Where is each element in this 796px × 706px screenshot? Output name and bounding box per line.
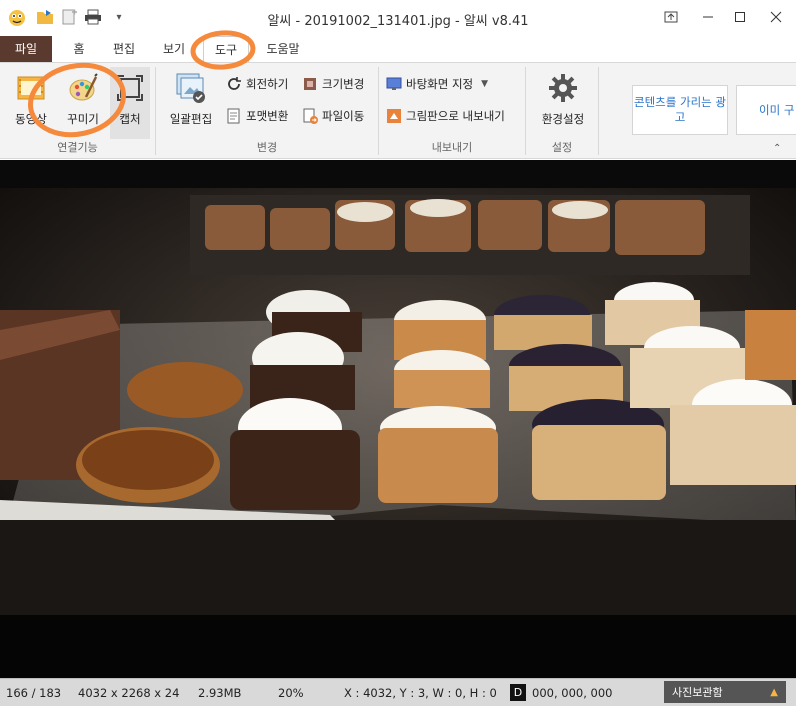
capture-icon — [113, 71, 147, 105]
photo-archive-label: 사진보관함 — [672, 686, 723, 699]
ribbon: 동영상 꾸미기 캡처 연결기능 일괄편집 회전하기 크기변경 포맷변환 파일이동… — [0, 62, 796, 159]
menu-tabs: 파일 홈 편집 보기 도구 도움말 — [0, 36, 796, 62]
capture-button[interactable]: 캡처 — [110, 67, 150, 139]
format-convert-label: 포맷변환 — [246, 109, 289, 123]
image-index: 166 / 183 — [6, 686, 62, 700]
set-wallpaper-button[interactable]: 바탕화면 지정 ▼ — [386, 73, 488, 95]
resize-label: 크기변경 — [322, 77, 365, 91]
move-file-label: 파일이동 — [322, 109, 365, 123]
minimize-button[interactable] — [696, 6, 720, 28]
ribbon-divider — [598, 67, 599, 155]
tab-view[interactable]: 보기 — [156, 36, 192, 62]
tab-edit[interactable]: 편집 — [106, 36, 142, 62]
wallpaper-icon — [386, 76, 402, 92]
pin-icon[interactable] — [659, 6, 683, 28]
move-file-icon — [302, 108, 318, 124]
decorate-label: 꾸미기 — [67, 112, 99, 126]
zoom-level[interactable]: 20% — [278, 686, 304, 700]
group-label-settings: 설정 — [551, 141, 573, 154]
cursor-coords: X : 4032, Y : 3, W : 0, H : 0 — [344, 686, 497, 700]
rotate-button[interactable]: 회전하기 — [226, 73, 288, 95]
settings-button[interactable]: 환경설정 — [536, 67, 590, 137]
video-button[interactable]: 동영상 — [6, 67, 56, 137]
resize-button[interactable]: 크기변경 — [302, 73, 364, 95]
color-mode-badge: D — [510, 684, 526, 701]
pixel-color: 000, 000, 000 — [532, 686, 613, 700]
batch-edit-button[interactable]: 일괄편집 — [164, 67, 218, 137]
settings-label: 환경설정 — [541, 112, 585, 126]
rotate-label: 회전하기 — [246, 77, 289, 91]
ad-banner-2[interactable]: 이미 구 — [736, 85, 796, 135]
paint-export-icon — [386, 108, 402, 124]
batch-edit-icon — [174, 71, 208, 105]
paint-palette-icon — [66, 71, 100, 105]
tab-file[interactable]: 파일 — [0, 36, 52, 62]
format-convert-icon — [226, 108, 242, 124]
move-file-button[interactable]: 파일이동 — [302, 105, 364, 127]
film-icon — [14, 71, 48, 105]
resize-icon — [302, 76, 318, 92]
set-wallpaper-label: 바탕화면 지정 — [406, 77, 474, 91]
batch-edit-label: 일괄편집 — [169, 112, 213, 126]
image-dimensions: 4032 x 2268 x 24 — [78, 686, 180, 700]
group-label-change: 변경 — [256, 141, 278, 154]
maximize-button[interactable] — [728, 6, 752, 28]
image-viewer[interactable] — [0, 160, 796, 678]
export-paint-button[interactable]: 그림판으로 내보내기 — [386, 105, 505, 127]
tab-tools[interactable]: 도구 — [203, 36, 249, 62]
rotate-icon — [226, 76, 242, 92]
file-size: 2.93MB — [198, 686, 242, 700]
decorate-button[interactable]: 꾸미기 — [58, 67, 108, 137]
group-label-export: 내보내기 — [431, 141, 473, 154]
ad-banner[interactable]: 콘텐츠를 가리는 광고 — [632, 85, 728, 135]
video-label: 동영상 — [15, 112, 47, 126]
status-bar: 166 / 183 4032 x 2268 x 24 2.93MB 20% X … — [0, 678, 796, 706]
photo-archive-button[interactable]: 사진보관함 ▲ — [664, 681, 786, 703]
chevron-up-icon: ▲ — [770, 686, 778, 698]
tab-home[interactable]: 홈 — [64, 36, 94, 62]
capture-label: 캡처 — [119, 112, 141, 126]
gear-icon — [546, 71, 580, 105]
format-convert-button[interactable]: 포맷변환 — [226, 105, 288, 127]
export-paint-label: 그림판으로 내보내기 — [406, 109, 505, 123]
tab-help[interactable]: 도움말 — [258, 36, 308, 62]
collapse-ribbon-icon[interactable]: ⌃ — [773, 143, 781, 154]
title-bar: ▾ 알씨 - 20191002_131401.jpg - 알씨 v8.41 — [0, 0, 796, 35]
close-button[interactable] — [764, 6, 788, 28]
group-label-linked: 연결기능 — [57, 141, 98, 154]
dropdown-arrow-icon[interactable]: ▼ — [481, 79, 488, 89]
photo-cake-display — [0, 160, 796, 678]
